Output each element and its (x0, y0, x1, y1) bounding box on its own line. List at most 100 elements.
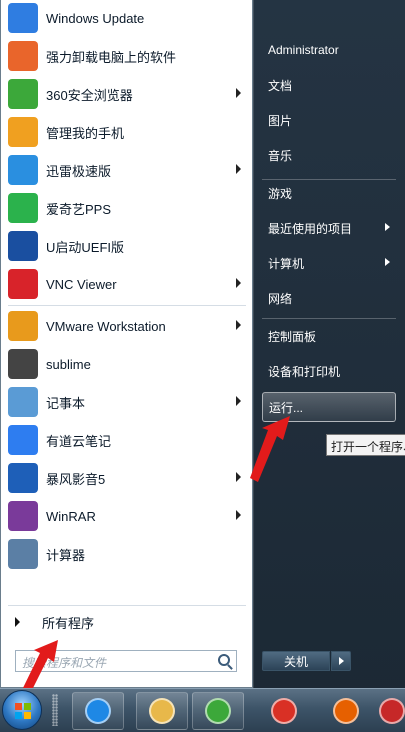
places-item[interactable]: 最近使用的项目 (262, 213, 396, 243)
program-item[interactable]: WinRAR (5, 498, 247, 534)
windows-update-icon (8, 3, 38, 33)
places-item-label: 网络 (268, 291, 293, 306)
program-item[interactable]: 管理我的手机 (5, 114, 247, 150)
separator (262, 179, 396, 180)
shutdown-options-button[interactable] (331, 651, 351, 671)
submenu-arrow-icon[interactable] (236, 396, 241, 406)
vmware-icon (8, 311, 38, 341)
u-boot-icon (8, 231, 38, 261)
places-item[interactable]: 计算机 (262, 248, 396, 278)
taskbar-button[interactable] (320, 692, 372, 730)
places-item[interactable]: Administrator (262, 35, 396, 65)
program-label: 暴风影音5 (46, 471, 106, 487)
notepad-icon (8, 387, 38, 417)
places-item-label: 游戏 (268, 186, 293, 201)
places-item-label: 图片 (268, 113, 293, 128)
separator (8, 305, 246, 306)
program-item[interactable]: sublime (5, 346, 247, 382)
program-item[interactable]: 暴风影音5 (5, 460, 247, 496)
baofeng-icon (8, 463, 38, 493)
separator (262, 318, 396, 319)
program-item[interactable]: U启动UEFI版 (5, 228, 247, 264)
calculator-icon (8, 539, 38, 569)
triangle-right-icon (15, 617, 20, 627)
program-item[interactable]: 记事本 (5, 384, 247, 420)
app-icon (378, 698, 405, 724)
program-label: 有道云笔记 (46, 433, 112, 449)
taskbar-button[interactable] (72, 692, 124, 730)
places-item-label: 设备和打印机 (268, 364, 341, 379)
firefox-icon (333, 698, 359, 724)
program-item[interactable]: 计算器 (5, 536, 247, 572)
submenu-arrow-icon[interactable] (236, 278, 241, 288)
vnc-icon (8, 269, 38, 299)
program-label: 强力卸载电脑上的软件 (46, 49, 177, 65)
taskbar-button[interactable] (192, 692, 244, 730)
places-item-label: 控制面板 (268, 329, 317, 344)
youdao-note-icon (8, 425, 38, 455)
places-item[interactable]: 控制面板 (262, 321, 396, 351)
search-icon[interactable] (218, 654, 230, 666)
program-label: 记事本 (46, 395, 86, 411)
program-label: 360安全浏览器 (46, 87, 133, 103)
sublime-icon (8, 349, 38, 379)
iqiyi-icon (8, 193, 38, 223)
program-label: U启动UEFI版 (46, 239, 125, 255)
windows-logo-icon (15, 703, 31, 719)
places-item-label: 音乐 (268, 148, 293, 163)
separator (8, 605, 246, 606)
program-item[interactable]: 迅雷极速版 (5, 152, 247, 188)
program-label: sublime (46, 356, 91, 372)
submenu-arrow-icon[interactable] (236, 320, 241, 330)
chrome-icon (271, 698, 297, 724)
taskbar-button[interactable] (136, 692, 188, 730)
places-item-label: 运行... (269, 400, 304, 415)
ie-icon (85, 698, 111, 724)
program-label: VNC Viewer (46, 276, 117, 292)
taskbar-button[interactable] (258, 692, 310, 730)
program-item[interactable]: Windows Update (5, 0, 247, 36)
program-item[interactable]: 有道云笔记 (5, 422, 247, 458)
program-label: 计算器 (46, 547, 86, 563)
places-item-label: 最近使用的项目 (268, 221, 353, 236)
submenu-arrow-icon[interactable] (236, 472, 241, 482)
all-programs-item[interactable]: 所有程序 (5, 609, 247, 635)
places-item[interactable]: 图片 (262, 105, 396, 135)
program-item[interactable]: 强力卸载电脑上的软件 (5, 38, 247, 74)
submenu-arrow-icon[interactable] (236, 164, 241, 174)
places-item[interactable]: 游戏 (262, 178, 396, 208)
search-input[interactable]: 搜索程序和文件 (15, 650, 237, 672)
program-item[interactable]: 爱奇艺PPS (5, 190, 247, 226)
places-item-label: 计算机 (268, 256, 305, 271)
360-browser-icon (8, 79, 38, 109)
program-label: 爱奇艺PPS (46, 201, 112, 217)
program-label: 迅雷极速版 (46, 163, 112, 179)
start-button[interactable] (2, 690, 42, 730)
winrar-icon (8, 501, 38, 531)
search-placeholder: 搜索程序和文件 (22, 656, 107, 670)
program-label: Windows Update (46, 10, 145, 26)
shutdown-button[interactable]: 关机 (262, 651, 330, 671)
thunder-icon (8, 155, 38, 185)
places-item[interactable]: 网络 (262, 283, 396, 313)
places-item[interactable]: 音乐 (262, 140, 396, 170)
taskbar-grip[interactable] (52, 694, 58, 726)
places-item[interactable]: 文档 (262, 70, 396, 100)
places-item[interactable]: 运行... (262, 392, 396, 422)
program-item[interactable]: 360安全浏览器 (5, 76, 247, 112)
submenu-arrow-icon[interactable] (385, 258, 390, 266)
explorer-icon (149, 698, 175, 724)
360-browser-icon (205, 698, 231, 724)
places-item-label: Administrator (268, 43, 339, 57)
program-item[interactable]: VMware Workstation (5, 308, 247, 344)
submenu-arrow-icon[interactable] (236, 88, 241, 98)
submenu-arrow-icon[interactable] (236, 510, 241, 520)
submenu-arrow-icon[interactable] (385, 223, 390, 231)
places-item[interactable]: 设备和打印机 (262, 356, 396, 386)
taskbar-button[interactable] (378, 692, 405, 730)
program-label: WinRAR (46, 508, 96, 524)
uninstaller-icon (8, 41, 38, 71)
phone-manager-icon (8, 117, 38, 147)
program-item[interactable]: VNC Viewer (5, 266, 247, 302)
all-programs-label: 所有程序 (42, 615, 95, 631)
